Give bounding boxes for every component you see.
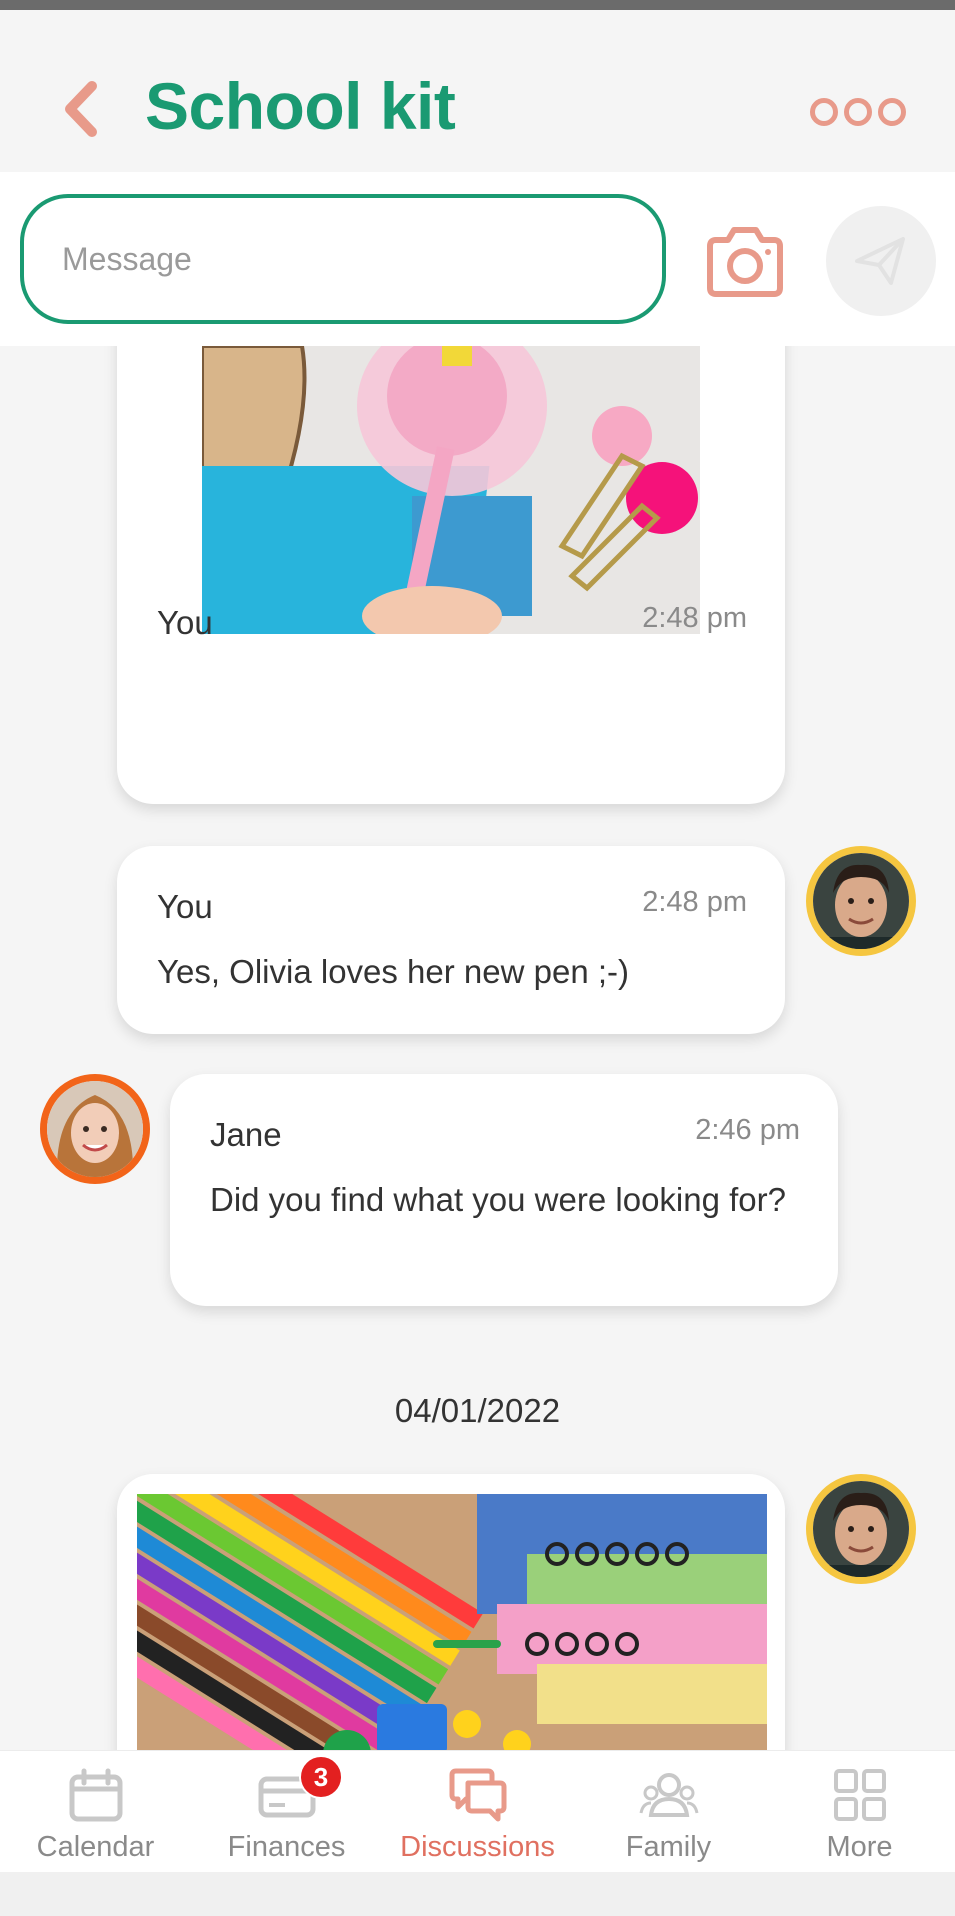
nav-label: Finances	[227, 1831, 346, 1863]
nav-item-family[interactable]: Family	[573, 1751, 764, 1872]
grid-icon	[833, 1769, 886, 1821]
nav-item-calendar[interactable]: Calendar	[0, 1751, 191, 1872]
message-sender: You	[157, 604, 213, 641]
message-text: Yes, Olivia loves her new pen ;-)	[157, 953, 630, 990]
message-time: 2:48 pm	[642, 886, 747, 918]
send-button[interactable]	[826, 206, 936, 316]
chevron-left-icon	[65, 81, 97, 137]
pen-photo	[202, 346, 700, 634]
message-input[interactable]	[62, 240, 662, 278]
dot-icon	[844, 98, 872, 126]
message-time: 2:46 pm	[695, 1114, 800, 1146]
nav-label: More	[826, 1831, 893, 1863]
user-avatar-icon	[813, 853, 909, 949]
message-input-wrapper	[20, 194, 666, 324]
date-separator: 04/01/2022	[394, 1392, 561, 1429]
user-avatar-icon	[813, 1481, 909, 1577]
camera-button[interactable]	[702, 226, 788, 298]
nav-label: Family	[625, 1831, 712, 1863]
message-sender: Jane	[210, 1116, 282, 1153]
nav-item-finances[interactable]: 3 Finances	[191, 1751, 382, 1872]
dot-icon	[810, 98, 838, 126]
send-icon	[855, 237, 905, 285]
people-icon	[639, 1773, 698, 1817]
avatar[interactable]	[806, 1474, 916, 1584]
nav-label: Calendar	[36, 1831, 155, 1863]
message-bubble[interactable]: You 2:48 pm Yes, Olivia loves her new pe…	[117, 846, 785, 1034]
bottom-navigation: Calendar 3 Finances Discussions Family M…	[0, 1750, 955, 1872]
message-composer	[0, 172, 955, 346]
header: School kit	[0, 10, 955, 172]
system-navigation-bar	[0, 1872, 955, 1916]
avatar[interactable]	[40, 1074, 150, 1184]
avatar[interactable]	[806, 846, 916, 956]
camera-icon	[707, 227, 783, 297]
message-bubble[interactable]: You 2:48 pm	[117, 346, 785, 804]
message-text: Did you find what you were looking for?	[210, 1181, 786, 1218]
nav-item-more[interactable]: More	[764, 1751, 955, 1872]
message-time: 2:48 pm	[642, 602, 747, 634]
status-bar	[0, 0, 955, 10]
message-bubble[interactable]	[117, 1474, 785, 1750]
notification-badge: 3	[299, 1755, 343, 1799]
page-title: School kit	[145, 69, 456, 143]
back-button[interactable]	[56, 74, 106, 144]
user-avatar-icon	[47, 1081, 143, 1177]
message-sender: You	[157, 888, 213, 925]
nav-label: Discussions	[400, 1831, 555, 1863]
more-options-button[interactable]	[810, 92, 920, 132]
dot-icon	[878, 98, 906, 126]
message-list[interactable]: You 2:48 pm You 2:48 pm Yes, Olivia love…	[0, 346, 955, 1750]
chat-icon	[449, 1768, 506, 1822]
school-supplies-photo	[137, 1494, 767, 1750]
nav-item-discussions[interactable]: Discussions	[382, 1751, 573, 1872]
calendar-icon	[69, 1768, 122, 1822]
message-bubble[interactable]: Jane 2:46 pm Did you find what you were …	[170, 1074, 838, 1306]
